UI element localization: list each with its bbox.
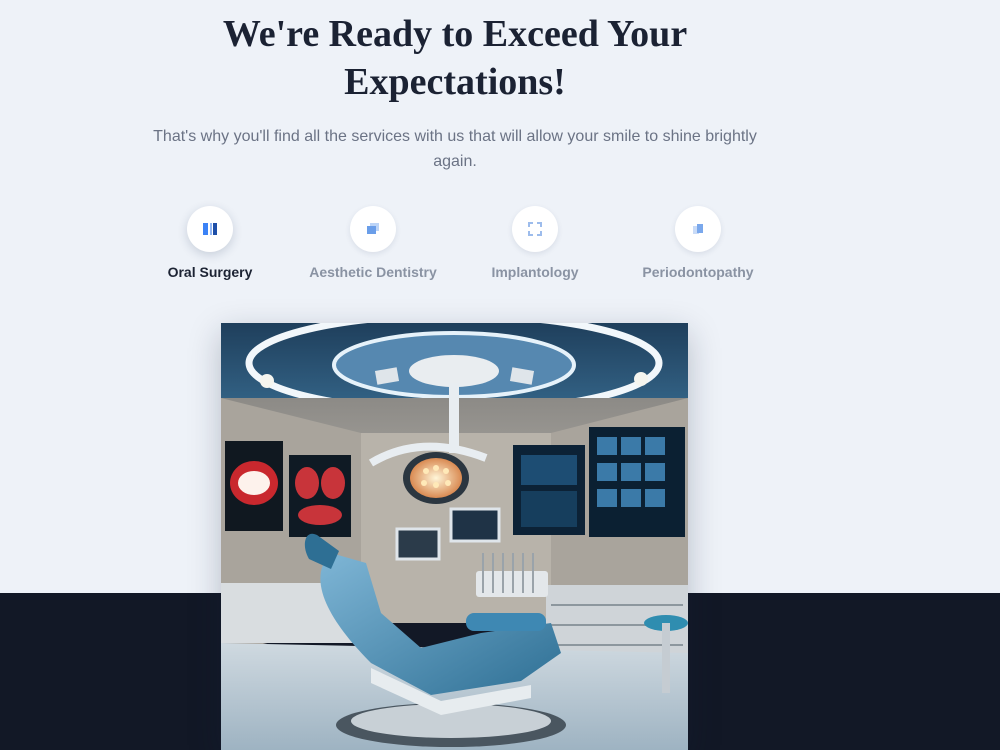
tab-label: Periodontopathy: [642, 264, 754, 280]
layers-icon: [350, 206, 396, 252]
tab-label: Aesthetic Dentistry: [309, 264, 437, 280]
tab-label: Oral Surgery: [167, 264, 253, 280]
expand-icon: [512, 206, 558, 252]
tab-label: Implantology: [491, 264, 579, 280]
page-title: We're Ready to Exceed Your Expectations!: [222, 13, 688, 103]
services-tabs: Oral Surgery Aesthetic Dentistry Implant…: [0, 206, 1000, 286]
page-subtitle: That's why you'll find all the services …: [153, 128, 757, 170]
columns-icon: [187, 206, 233, 252]
square-stack-icon: [675, 206, 721, 252]
tab-oral-surgery[interactable]: Oral Surgery: [130, 206, 290, 280]
tab-implantology[interactable]: Implantology: [455, 206, 615, 280]
tab-periodontopathy[interactable]: Periodontopathy: [618, 206, 778, 280]
dental-clinic-image: [221, 323, 688, 750]
hero-section: We're Ready to Exceed Your Expectations!…: [0, 10, 910, 174]
tab-aesthetic-dentistry[interactable]: Aesthetic Dentistry: [293, 206, 453, 280]
